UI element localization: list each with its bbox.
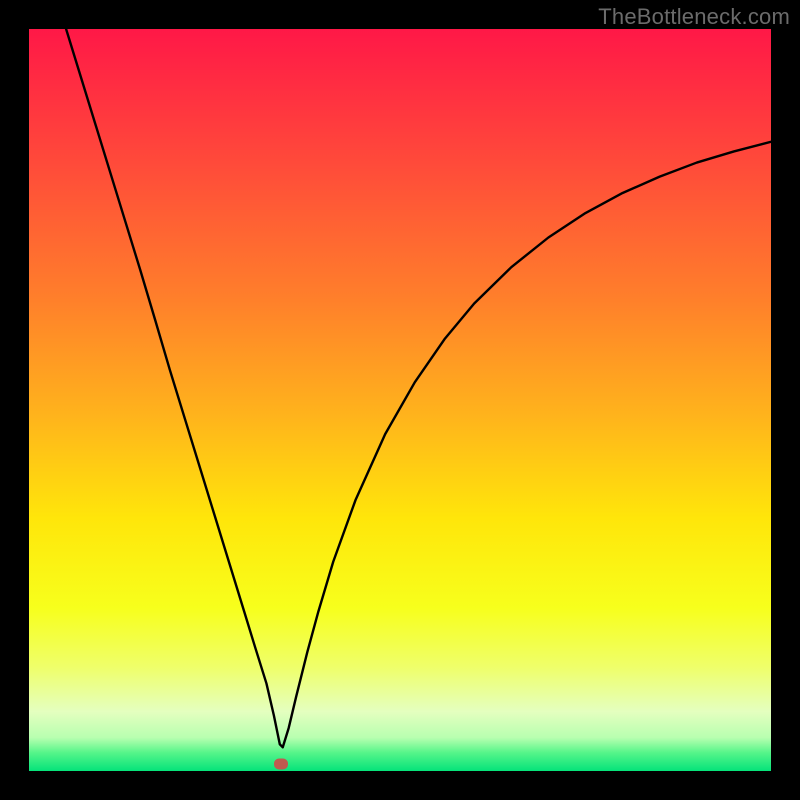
chart-frame: [29, 29, 771, 771]
attribution-text: TheBottleneck.com: [598, 4, 790, 30]
background-gradient: [29, 29, 771, 771]
marker-dot: [274, 758, 288, 769]
